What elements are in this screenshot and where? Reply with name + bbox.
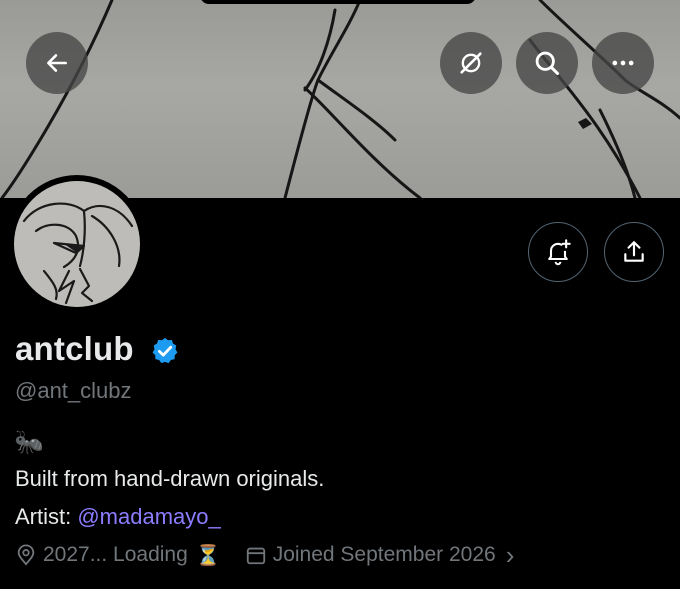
display-name: antclub (15, 330, 134, 367)
share-icon (624, 241, 644, 262)
search-button[interactable] (516, 32, 578, 94)
banner-drawing (0, 0, 680, 198)
more-icon (612, 60, 634, 66)
bell-plus-icon (548, 239, 571, 266)
notify-button[interactable] (528, 222, 588, 282)
profile-banner[interactable] (0, 0, 680, 198)
bio-artist-line: Artist: @madamayo_ (15, 504, 221, 530)
handle: @ant_clubz (15, 378, 132, 403)
joined-date: Joined September 2026 (272, 543, 496, 566)
calendar-icon (245, 544, 267, 566)
avatar[interactable] (8, 175, 146, 313)
bio-line: Built from hand-drawn originals. (15, 466, 325, 491)
hourglass-emoji: ⏳ (195, 543, 221, 567)
location-pin-icon (15, 544, 37, 566)
status-notch (200, 0, 476, 4)
location-text: 2027... Loading (43, 543, 188, 566)
search-icon (535, 51, 560, 76)
chevron-right-icon[interactable]: › (506, 542, 515, 568)
back-button[interactable] (26, 32, 88, 94)
profile-meta-row: 2027... Loading ⏳ Joined September 2026 … (15, 540, 514, 570)
grok-button[interactable] (440, 32, 502, 94)
ant-drawing-icon (22, 202, 134, 305)
artist-label: Artist: (15, 504, 78, 529)
artist-mention-link[interactable]: @madamayo_ (77, 504, 220, 529)
arrow-left-icon (47, 54, 67, 72)
more-button[interactable] (592, 32, 654, 94)
verified-badge-icon (152, 337, 178, 364)
share-button[interactable] (604, 222, 664, 282)
verified-badge[interactable] (150, 336, 180, 371)
avatar-image (14, 181, 140, 307)
bio-ant-emoji: 🐜 (14, 428, 44, 456)
grok-icon (460, 52, 482, 74)
